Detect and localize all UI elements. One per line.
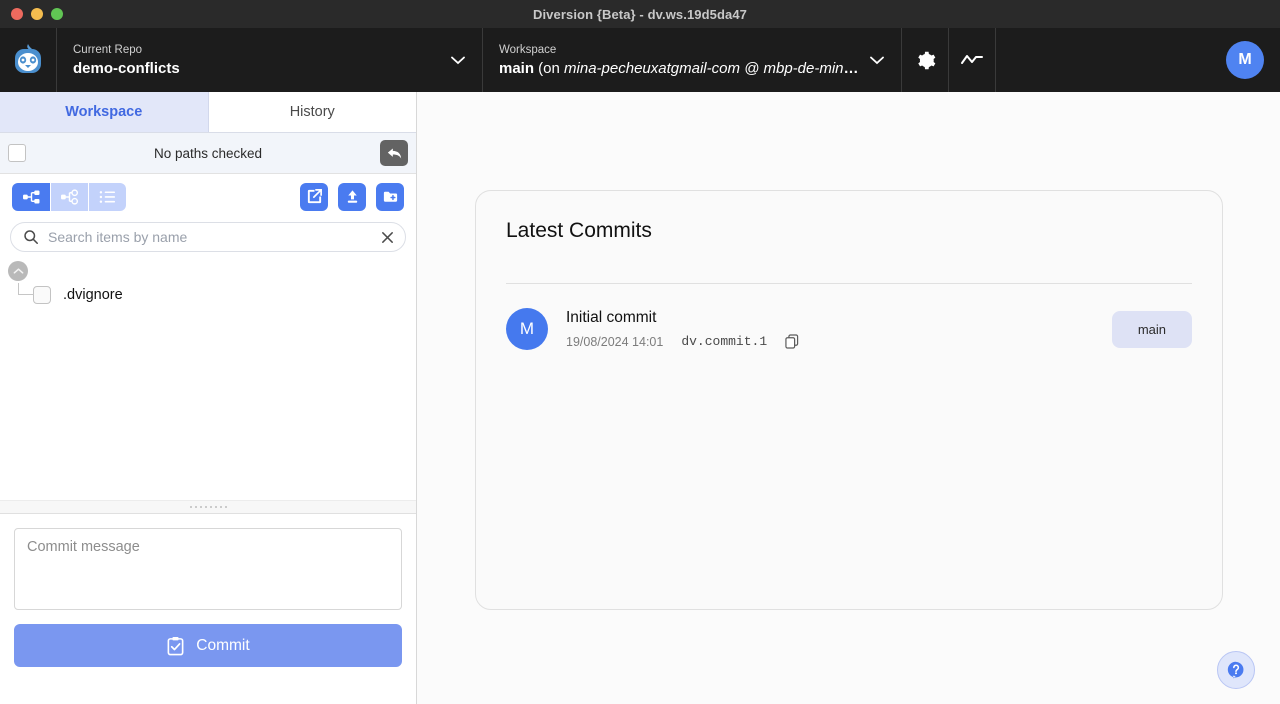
tree-item-dvignore[interactable]: .dvignore — [0, 283, 123, 307]
search-input[interactable] — [48, 229, 371, 245]
commit-id: dv.commit.1 — [681, 334, 768, 349]
tree-changes-icon — [61, 188, 79, 205]
workspace-label: Workspace — [499, 44, 557, 56]
view-mode-group — [12, 182, 126, 211]
commit-list-item[interactable]: M Initial commit 19/08/2024 14:01 dv.com… — [506, 308, 1192, 350]
workspace-origin: mina-pecheuxatgmail-com @ mbp-de-mina-ho — [564, 60, 859, 77]
commit-message-input[interactable] — [14, 528, 402, 610]
top-navigation-bar: Current Repo demo-conflicts Workspace ma… — [0, 28, 1280, 92]
upload-icon — [347, 190, 357, 203]
close-icon — [382, 231, 393, 243]
list-icon — [99, 190, 116, 203]
sidebar-panel: Workspace History No paths checked Searc… — [0, 92, 417, 704]
main-body: Workspace History No paths checked Searc… — [0, 92, 1280, 704]
external-link-icon — [307, 189, 322, 204]
commit-message-text: Initial commit — [566, 309, 657, 326]
clipboard-check-icon — [167, 636, 184, 655]
user-avatar[interactable]: M — [1226, 41, 1264, 79]
tree-branch-line — [18, 283, 34, 295]
workspace-branch: main — [499, 60, 535, 77]
commit-button[interactable]: Commit — [14, 624, 402, 667]
gear-icon — [917, 51, 935, 69]
application-window: Diversion {Beta} - dv.ws.19d5da47 Curren… — [0, 0, 1280, 704]
commit-author-avatar: M — [506, 308, 548, 350]
tab-history[interactable]: History — [208, 92, 416, 132]
search-row — [0, 219, 416, 255]
app-logo — [0, 28, 57, 92]
commit-meta: 19/08/2024 14:01 dv.commit.1 — [566, 334, 1112, 349]
branch-badge[interactable]: main — [1111, 310, 1192, 348]
tab-workspace[interactable]: Workspace — [0, 92, 209, 132]
tree-item-label: .dvignore — [63, 287, 123, 303]
revert-button[interactable] — [380, 140, 408, 166]
select-all-paths-checkbox[interactable] — [8, 144, 26, 162]
file-tree: .dvignore — [0, 255, 416, 500]
help-button[interactable] — [1217, 651, 1255, 689]
copy-icon — [785, 334, 799, 349]
paths-status-text: No paths checked — [153, 145, 263, 161]
upload-button[interactable] — [338, 182, 366, 211]
revert-arrow-icon — [387, 148, 401, 158]
chevron-down-icon — [869, 52, 885, 68]
list-view-button[interactable] — [88, 182, 126, 211]
commit-timestamp: 19/08/2024 14:01 — [566, 334, 664, 349]
chevron-down-icon — [450, 52, 466, 68]
latest-commits-card: Latest Commits M Initial commit 19/08/20… — [475, 190, 1223, 610]
open-external-button[interactable] — [300, 182, 328, 211]
page-title: Latest Commits — [506, 219, 652, 242]
divider — [506, 283, 1192, 284]
workspace-selector[interactable]: Workspace main (on mina-pecheuxatgmail-c… — [483, 28, 902, 92]
panel-splitter[interactable] — [0, 500, 416, 514]
sidebar-tabs: Workspace History — [0, 92, 416, 133]
help-question-icon — [1227, 661, 1244, 679]
current-repo-value: demo-conflicts — [73, 60, 180, 77]
search-box[interactable] — [10, 222, 406, 252]
tree-view-button[interactable] — [12, 182, 50, 211]
commit-details: Initial commit 19/08/2024 14:01 dv.commi… — [566, 309, 1112, 349]
workspace-prefix: (on — [534, 60, 565, 77]
workspace-value: main (on mina-pecheuxatgmail-com @ mbp-d… — [499, 59, 859, 78]
clear-search-button[interactable] — [380, 230, 395, 245]
search-icon — [24, 230, 38, 244]
sidebar-actions — [300, 182, 404, 211]
user-area: M — [996, 28, 1280, 92]
activity-button[interactable] — [949, 28, 996, 92]
tree-changes-view-button[interactable] — [50, 182, 88, 211]
tree-item-checkbox[interactable] — [33, 286, 51, 304]
chevron-up-circle-icon — [13, 268, 23, 274]
title-bar: Diversion {Beta} - dv.ws.19d5da47 — [0, 0, 1280, 28]
sloth-logo-icon — [15, 44, 41, 73]
activity-line-icon — [961, 55, 983, 64]
main-content: Latest Commits M Initial commit 19/08/20… — [417, 92, 1280, 704]
commit-button-label: Commit — [196, 636, 250, 654]
current-repo-selector[interactable]: Current Repo demo-conflicts — [57, 28, 483, 92]
collapse-tree-button[interactable] — [8, 261, 28, 281]
paths-status-bar: No paths checked — [0, 133, 416, 174]
new-folder-icon — [383, 191, 397, 202]
window-title: Diversion {Beta} - dv.ws.19d5da47 — [532, 6, 748, 22]
new-folder-button[interactable] — [376, 182, 404, 211]
current-repo-label: Current Repo — [73, 44, 143, 56]
commit-panel: Commit — [0, 514, 416, 704]
sidebar-toolbar — [0, 174, 416, 219]
settings-button[interactable] — [902, 28, 949, 92]
tree-expanded-icon — [22, 190, 39, 203]
copy-commit-id-button[interactable] — [785, 334, 799, 349]
splitter-grip — [189, 506, 227, 508]
